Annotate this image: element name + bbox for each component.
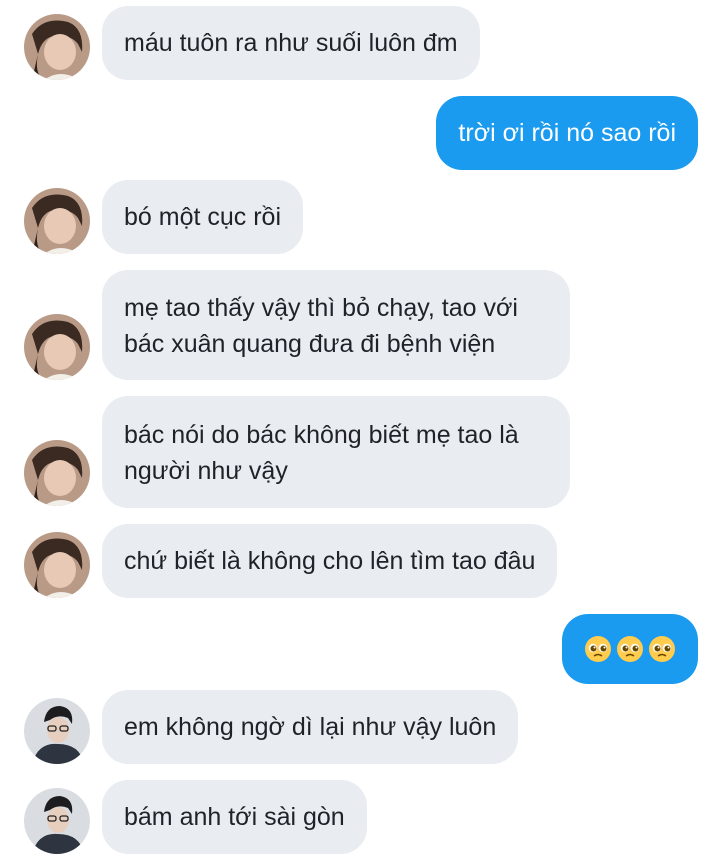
message-bubble-incoming[interactable]: chứ biết là không cho lên tìm tao đâu <box>102 524 558 598</box>
pleading-face-icon <box>649 636 675 662</box>
message-text: bám anh tới sài gòn <box>124 803 345 831</box>
contact-avatar[interactable] <box>24 188 90 254</box>
message-text: máu tuôn ra như suối luôn đm <box>124 29 458 57</box>
message-bubble-incoming[interactable]: bó một cục rồi <box>102 180 304 254</box>
message-bubble-outgoing[interactable]: trời ơi rồi nó sao rồi <box>436 96 698 170</box>
pleading-face-icon <box>585 636 611 662</box>
message-bubble-outgoing[interactable] <box>562 614 698 684</box>
contact-avatar[interactable] <box>24 788 90 854</box>
message-text: em không ngờ dì lại như vậy luôn <box>124 713 497 741</box>
message-text-line: bác nói do bác không biết mẹ tao là <box>124 421 519 449</box>
message-bubble-incoming[interactable]: bác nói do bác không biết mẹ tao là ngườ… <box>102 396 570 508</box>
message-text: trời ơi rồi nó sao rồi <box>458 119 676 147</box>
message-text: bó một cục rồi <box>124 203 282 231</box>
message-bubble-incoming[interactable]: em không ngờ dì lại như vậy luôn <box>102 690 519 764</box>
message-bubble-incoming[interactable]: mẹ tao thấy vậy thì bỏ chạy, tao với bác… <box>102 270 570 380</box>
contact-avatar[interactable] <box>24 314 90 380</box>
contact-avatar[interactable] <box>24 532 90 598</box>
message-bubble-incoming[interactable]: máu tuôn ra như suối luôn đm <box>102 6 480 80</box>
contact-avatar[interactable] <box>24 14 90 80</box>
message-text-line: bác xuân quang đưa đi bệnh viện <box>124 330 496 358</box>
pleading-face-icon <box>617 636 643 662</box>
message-text: chứ biết là không cho lên tìm tao đâu <box>124 547 536 575</box>
message-text-line: người như vậy <box>124 457 288 485</box>
message-text-line: mẹ tao thấy vậy thì bỏ chạy, tao với <box>124 294 518 322</box>
contact-avatar[interactable] <box>24 698 90 764</box>
message-bubble-incoming[interactable]: bám anh tới sài gòn <box>102 780 367 854</box>
contact-avatar[interactable] <box>24 440 90 506</box>
